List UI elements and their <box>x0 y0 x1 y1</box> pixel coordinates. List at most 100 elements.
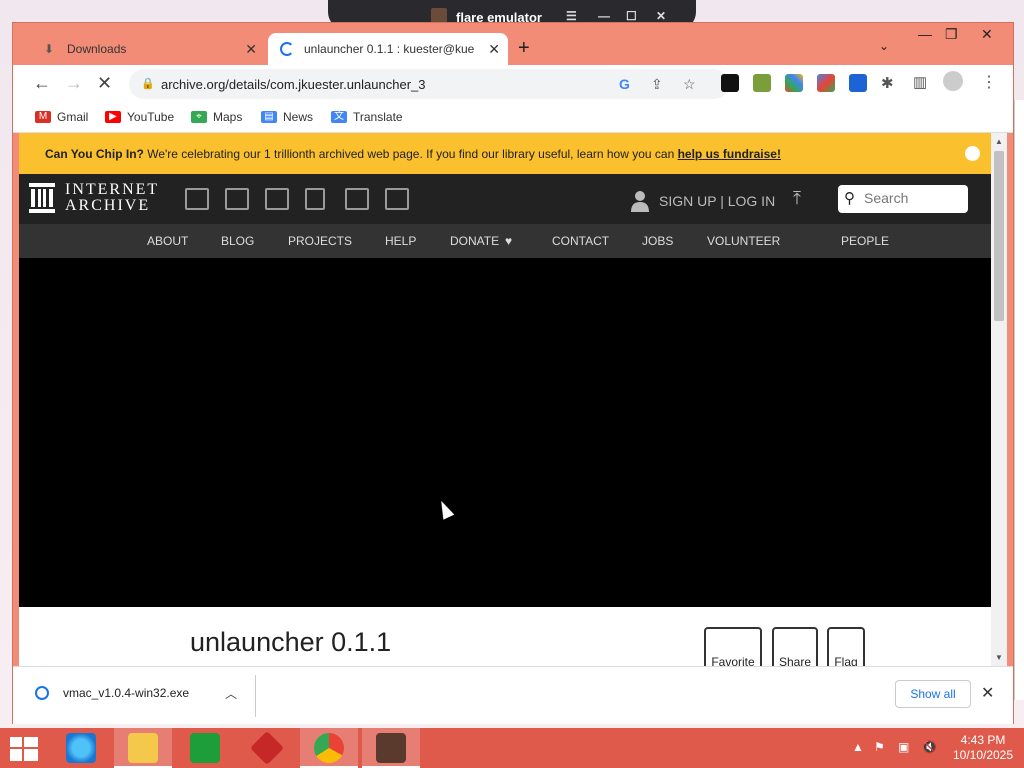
extensions-puzzle-icon[interactable]: ✱ <box>881 74 894 92</box>
roblox-extension-icon[interactable] <box>721 74 739 92</box>
fundraise-link[interactable]: help us fundraise! <box>678 147 781 161</box>
nav-help[interactable]: HELP <box>385 234 416 248</box>
audio-speaker-icon[interactable] <box>305 188 325 210</box>
bookmark-star-icon[interactable]: ☆ <box>683 76 696 93</box>
show-all-button[interactable]: Show all <box>895 680 971 708</box>
item-title: unlauncher 0.1.1 <box>190 627 392 657</box>
bookmark-maps[interactable]: ⌖ Maps <box>191 110 242 124</box>
internet-archive-logo[interactable]: INTERNET ARCHIVE <box>29 182 159 214</box>
nav-projects[interactable]: PROJECTS <box>288 234 352 248</box>
download-icon: ⬇ <box>43 42 55 56</box>
minimize-icon[interactable]: — <box>598 9 610 23</box>
malwarebytes-icon[interactable] <box>849 74 867 92</box>
download-progress-icon <box>35 686 49 700</box>
nav-blog[interactable]: BLOG <box>221 234 254 248</box>
share-icon[interactable]: ⇪ <box>651 76 663 93</box>
network-icon[interactable]: ▣ <box>898 740 909 754</box>
chevron-up-icon[interactable]: ︿ <box>225 685 237 702</box>
map-extension-icon[interactable] <box>753 74 771 92</box>
nav-people[interactable]: PEOPLE <box>841 234 889 248</box>
download-bar: vmac_v1.0.4-win32.exe ︿ Show all ✕ <box>13 666 1013 724</box>
download-item[interactable]: vmac_v1.0.4-win32.exe <box>35 686 189 700</box>
tab-unlauncher[interactable]: unlauncher 0.1.1 : kuester@kuester ✕ <box>268 33 508 65</box>
tray-expand-icon[interactable]: ▲ <box>852 740 864 754</box>
divider <box>255 675 256 717</box>
bookmark-news[interactable]: ▤ News <box>261 110 313 124</box>
chrome-menu-icon[interactable]: ⋮ <box>981 72 997 92</box>
taskbar-store[interactable] <box>176 728 234 768</box>
nav-volunteer[interactable]: VOLUNTEER <box>707 234 780 248</box>
bookmark-translate[interactable]: 文 Translate <box>331 110 403 124</box>
close-tab-icon[interactable]: ✕ <box>245 41 257 58</box>
bookmark-label: News <box>283 110 314 124</box>
browser-window: ⬇ Downloads ✕ unlauncher 0.1.1 : kuester… <box>12 22 1014 724</box>
close-window-icon[interactable]: ✕ <box>981 26 993 43</box>
maximize-icon[interactable]: ❐ <box>945 26 958 43</box>
web-page: Can You Chip In? We're celebrating our 1… <box>19 133 991 666</box>
bookmark-gmail[interactable]: M Gmail <box>35 110 88 124</box>
heart-icon: ♥ <box>505 234 513 248</box>
windows-start-icon[interactable] <box>10 737 38 761</box>
software-floppy-icon[interactable] <box>345 188 369 210</box>
taskbar-app-red[interactable] <box>238 728 296 768</box>
minimize-icon[interactable]: — <box>918 26 932 42</box>
close-tab-icon[interactable]: ✕ <box>488 41 500 58</box>
scroll-down-icon[interactable]: ▼ <box>995 653 1003 662</box>
logo-line-2: ARCHIVE <box>65 197 151 214</box>
close-download-bar-icon[interactable]: ✕ <box>981 683 994 703</box>
web-icon[interactable] <box>185 188 209 210</box>
scroll-up-icon[interactable]: ▲ <box>995 137 1003 146</box>
tab-search-chevron-icon[interactable]: ⌄ <box>879 39 889 53</box>
bookmark-youtube[interactable]: ▶ YouTube <box>105 110 174 124</box>
media-player[interactable] <box>19 258 991 607</box>
taskbar-chrome[interactable] <box>300 728 358 768</box>
stop-loading-icon[interactable]: ✕ <box>97 73 112 94</box>
clock-time: 4:43 PM <box>960 733 1006 747</box>
sign-up-log-in[interactable]: SIGN UP | LOG IN <box>631 190 775 212</box>
volume-muted-icon[interactable]: 🔇 <box>922 740 937 754</box>
bookmark-label: Translate <box>353 110 403 124</box>
texts-book-icon[interactable] <box>225 188 249 210</box>
flag-notification-icon[interactable]: ⚑ <box>874 740 885 754</box>
url-text[interactable]: archive.org/details/com.jkuester.unlaunc… <box>161 77 425 92</box>
taskbar-file-explorer[interactable] <box>114 728 172 768</box>
search-input[interactable] <box>864 190 964 206</box>
favorite-button[interactable]: Favorite <box>704 627 762 666</box>
address-bar[interactable]: 🔒 archive.org/details/com.jkuester.unlau… <box>129 69 729 99</box>
side-panel-icon[interactable]: ▥ <box>913 73 927 91</box>
taskbar-internet-explorer[interactable] <box>52 728 110 768</box>
red-app-icon <box>250 731 284 765</box>
browser-toolbar: ← → ✕ 🔒 archive.org/details/com.jkuester… <box>13 65 1013 103</box>
back-icon[interactable]: ← <box>33 73 51 94</box>
flare-emulator-icon <box>376 733 406 763</box>
colorful-extension-icon[interactable] <box>785 74 803 92</box>
nav-jobs[interactable]: JOBS <box>642 234 673 248</box>
google-lens-icon[interactable]: G <box>619 76 630 92</box>
tab-downloads[interactable]: ⬇ Downloads ✕ <box>29 33 265 65</box>
share-button[interactable]: Share <box>772 627 818 666</box>
site-search[interactable]: ⚲ <box>838 185 968 213</box>
menu-icon[interactable]: ☰ <box>566 9 577 23</box>
forward-icon[interactable]: → <box>65 73 83 94</box>
video-film-icon[interactable] <box>265 188 289 210</box>
maximize-icon[interactable]: ☐ <box>626 9 637 23</box>
new-tab-icon[interactable]: + <box>518 37 530 60</box>
images-icon[interactable] <box>385 188 409 210</box>
loading-spinner-icon <box>280 42 294 56</box>
banner-close-button[interactable] <box>965 146 980 161</box>
nav-donate[interactable]: DONATE <box>450 234 499 248</box>
lock-icon[interactable]: 🔒 <box>141 77 155 90</box>
profile-avatar-icon[interactable] <box>943 71 963 91</box>
background-window-edge <box>1014 100 1024 700</box>
close-icon[interactable]: ✕ <box>656 9 666 23</box>
download-filename: vmac_v1.0.4-win32.exe <box>63 686 190 700</box>
upload-icon[interactable]: ⤒ <box>793 188 801 209</box>
scrollbar-thumb[interactable] <box>994 151 1004 321</box>
page-scrollbar[interactable]: ▲ ▼ <box>991 133 1007 666</box>
taskbar-flare-emulator[interactable] <box>362 728 420 768</box>
nav-about[interactable]: ABOUT <box>147 234 188 248</box>
nav-contact[interactable]: CONTACT <box>552 234 609 248</box>
system-clock[interactable]: 4:43 PM 10/10/2025 <box>950 733 1016 763</box>
colorful-extension-icon-2[interactable] <box>817 74 835 92</box>
flag-button[interactable]: Flag <box>827 627 865 666</box>
